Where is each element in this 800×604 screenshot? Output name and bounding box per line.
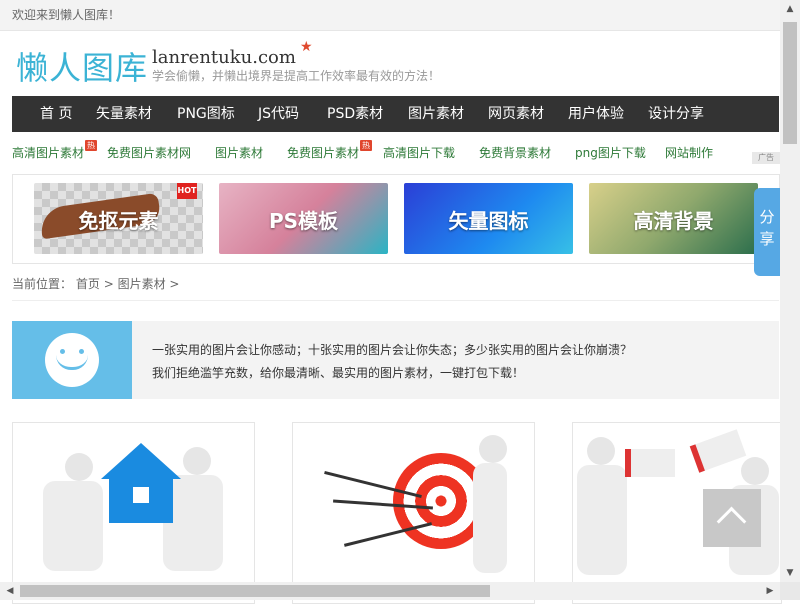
- breadcrumb-separator: >: [103, 277, 114, 291]
- subnav-link[interactable]: 免费图片素材网: [107, 144, 191, 161]
- hot-badge: 热: [360, 140, 372, 151]
- subnav-link[interactable]: 网站制作: [665, 144, 713, 161]
- intro-line: 我们拒绝滥竽充数，给你最清晰、最实用的图片素材，一键打包下载！: [152, 366, 525, 380]
- subnav-link[interactable]: 高清图片下载: [383, 144, 455, 161]
- horizontal-scroll-thumb[interactable]: [20, 585, 490, 597]
- intro-icon-panel: [12, 321, 132, 399]
- share-tab-line: 享: [759, 230, 775, 248]
- scroll-down-arrow[interactable]: ▼: [780, 564, 800, 582]
- divider: [12, 300, 779, 301]
- breadcrumb-separator: >: [169, 277, 180, 291]
- scroll-left-arrow[interactable]: ◀: [2, 582, 18, 600]
- image-card-house[interactable]: [12, 422, 255, 604]
- nav-item-design-share[interactable]: 设计分享: [648, 96, 704, 132]
- figure-body: [43, 481, 103, 571]
- nav-item-psd[interactable]: PSD素材: [327, 96, 383, 132]
- image-card-target[interactable]: [292, 422, 535, 604]
- figure-body: [473, 463, 507, 573]
- ad-label: 广告: [752, 152, 780, 164]
- breadcrumb-home[interactable]: 首页: [76, 277, 100, 291]
- banner-ps-templates[interactable]: PS模板: [219, 183, 388, 254]
- figure-head: [479, 435, 507, 463]
- banner-hd-backgrounds[interactable]: 高清背景: [589, 183, 758, 254]
- banner-label: 高清背景: [633, 209, 714, 233]
- nav-item-web[interactable]: 网页素材: [488, 96, 544, 132]
- vertical-scroll-thumb[interactable]: [783, 22, 797, 144]
- figure-body: [577, 465, 627, 575]
- banner-strip: HOT 免抠元素 PS模板 矢量图标 高清背景: [12, 174, 780, 264]
- site-domain: lanrentuku.com: [152, 47, 296, 68]
- nav-item-vector[interactable]: 矢量素材: [96, 96, 152, 132]
- scroll-up-arrow[interactable]: ▲: [780, 0, 800, 18]
- house-illustration: [101, 443, 181, 523]
- figure-head: [183, 447, 211, 475]
- site-slogan: 学会偷懒，并懒出境界是提高工作效率最有效的方法！: [152, 69, 441, 83]
- figure-head: [65, 453, 93, 481]
- share-tab[interactable]: 分 享: [754, 188, 780, 276]
- megaphone-illustration: [689, 429, 747, 473]
- house-window: [133, 487, 149, 503]
- breadcrumb-prefix: 当前位置：: [12, 277, 73, 291]
- back-to-top-button[interactable]: [703, 489, 761, 547]
- category-intro: 一张实用的图片会让你感动；十张实用的图片会让你失态；多少张实用的图片会让你崩溃？…: [12, 321, 779, 399]
- banner-label: PS模板: [268, 209, 339, 233]
- chevron-up-icon: [716, 506, 747, 537]
- horizontal-scrollbar[interactable]: ◀ ▶: [0, 582, 780, 600]
- hot-tag: HOT: [177, 183, 197, 199]
- site-header: 懒人图库 lanrentuku.com ★ 学会偷懒，并懒出境界是提高工作效率最…: [0, 31, 780, 95]
- banner-vector-icons[interactable]: 矢量图标: [404, 183, 573, 254]
- scroll-right-arrow[interactable]: ▶: [762, 582, 778, 600]
- scrollbar-corner: [780, 582, 800, 600]
- subnav-link[interactable]: 免费背景素材: [479, 144, 551, 161]
- site-logo[interactable]: 懒人图库: [16, 43, 148, 89]
- figure-head: [587, 437, 615, 465]
- nav-item-js-code[interactable]: JS代码: [258, 96, 299, 132]
- smile-mouth: [56, 355, 88, 370]
- smile-icon: [45, 333, 99, 387]
- breadcrumb-current[interactable]: 图片素材: [118, 277, 166, 291]
- subnav-link[interactable]: 高清图片素材: [12, 144, 84, 161]
- main-nav: 首 页 矢量素材 PNG图标 JS代码 PSD素材 图片素材 网页素材 用户体验…: [12, 96, 779, 132]
- vertical-scrollbar[interactable]: ▲ ▼: [780, 0, 800, 582]
- hot-badge: 热: [85, 140, 97, 151]
- intro-line: 一张实用的图片会让你感动；十张实用的图片会让你失态；多少张实用的图片会让你崩溃？: [152, 343, 633, 357]
- sub-nav: 高清图片素材 热 免费图片素材网 图片素材 免费图片素材 热 高清图片下载 免费…: [0, 140, 780, 164]
- welcome-text: 欢迎来到懒人图库！: [12, 8, 121, 22]
- nav-item-images[interactable]: 图片素材: [408, 96, 464, 132]
- banner-cutout-elements[interactable]: HOT 免抠元素: [34, 183, 203, 254]
- share-tab-line: 分: [759, 208, 775, 226]
- nav-item-png-icons[interactable]: PNG图标: [177, 96, 235, 132]
- smile-eye: [60, 349, 65, 354]
- subnav-link[interactable]: png图片下载: [575, 144, 646, 161]
- subnav-link[interactable]: 图片素材: [215, 144, 263, 161]
- star-icon: ★: [300, 39, 313, 55]
- breadcrumb: 当前位置： 首页 > 图片素材 >: [12, 275, 179, 292]
- intro-text: 一张实用的图片会让你感动；十张实用的图片会让你失态；多少张实用的图片会让你崩溃？…: [152, 339, 632, 385]
- nav-item-home[interactable]: 首 页: [40, 96, 72, 132]
- figure-head: [741, 457, 769, 485]
- nav-item-ux[interactable]: 用户体验: [568, 96, 624, 132]
- smile-eye: [79, 349, 84, 354]
- banner-label: 免抠元素: [78, 209, 159, 233]
- subnav-link[interactable]: 免费图片素材: [287, 144, 359, 161]
- top-bar: 欢迎来到懒人图库！: [0, 0, 780, 31]
- megaphone-illustration: [625, 449, 675, 477]
- banner-label: 矢量图标: [448, 209, 529, 233]
